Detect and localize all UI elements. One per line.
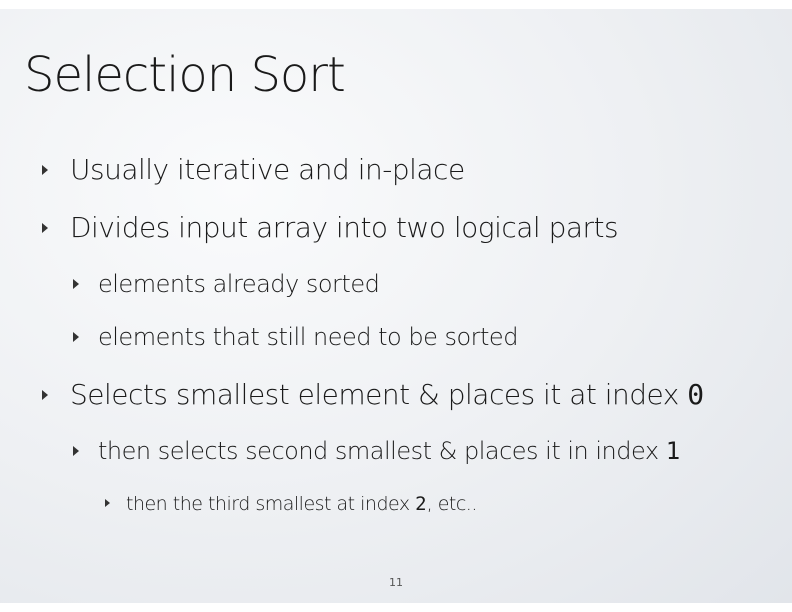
sub-bullet-item: elements that still need to be sorted [73, 322, 518, 352]
bullet-text: Selects smallest element & places it at … [70, 378, 688, 411]
bullet-text: Divides input array into two logical par… [70, 211, 619, 244]
page-number: 11 [389, 576, 403, 589]
bullet-text: elements that still need to be sorted [98, 323, 518, 351]
slide: Selection Sort Usually iterative and in-… [0, 9, 792, 603]
bullet-code: 0 [687, 378, 705, 411]
bullet-arrow-icon [73, 279, 79, 289]
bullet-text: then selects second smallest & places it… [98, 437, 666, 465]
bullet-arrow-icon [73, 332, 79, 342]
bullet-text: then the third smallest at index [126, 493, 416, 515]
bullet-arrow-icon [42, 223, 48, 233]
bullet-code: 2 [415, 493, 427, 515]
bullet-arrow-icon [105, 499, 110, 507]
bullet-arrow-icon [73, 446, 79, 456]
sub-bullet-item: then selects second smallest & places it… [73, 436, 681, 466]
bullet-item: Divides input array into two logical par… [42, 211, 619, 245]
bullet-arrow-icon [42, 165, 48, 175]
bullet-item: Selects smallest element & places it at … [42, 378, 705, 412]
bullet-item: Usually iterative and in-place [42, 153, 465, 187]
bullet-arrow-icon [42, 390, 48, 400]
slide-title: Selection Sort [24, 47, 346, 103]
sub-bullet-item: elements already sorted [73, 269, 380, 299]
bullet-text: elements already sorted [98, 270, 380, 298]
bullet-code: 1 [665, 437, 681, 465]
bullet-text-after: , etc.. [426, 493, 478, 515]
bullet-text: Usually iterative and in-place [70, 153, 465, 186]
sub-sub-bullet-item: then the third smallest at index ​2, etc… [105, 492, 478, 516]
